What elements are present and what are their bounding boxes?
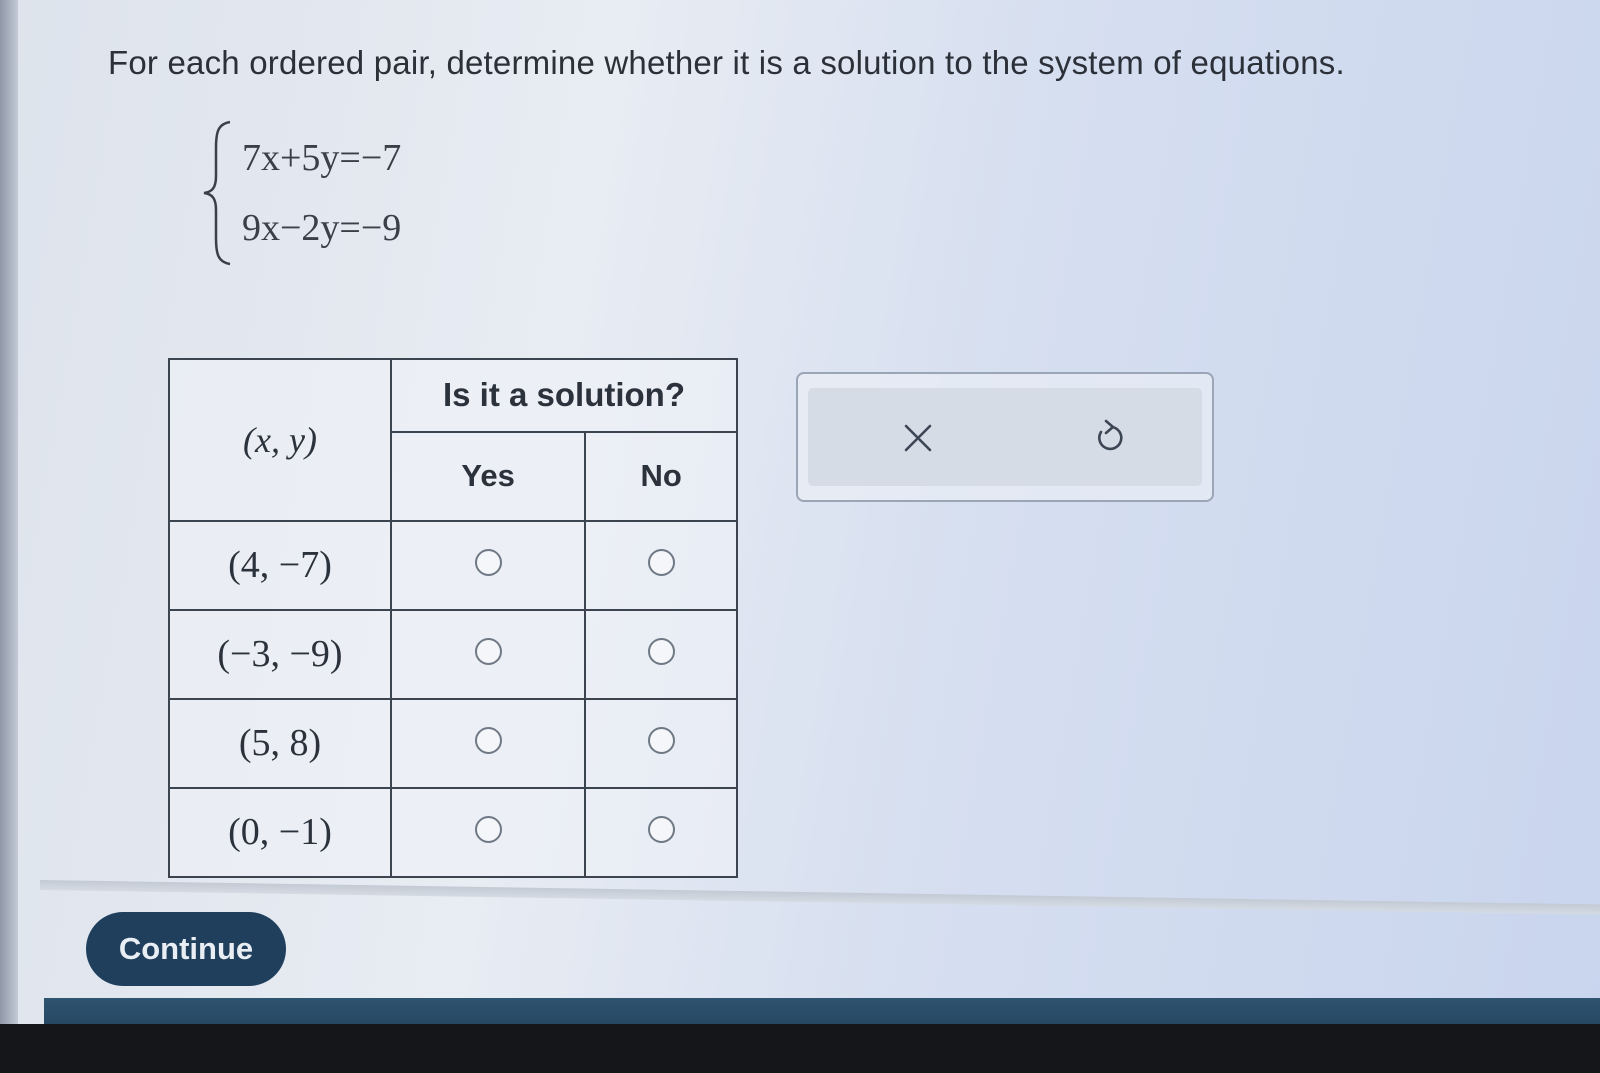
tools-bar <box>808 388 1202 486</box>
no-cell <box>584 697 738 789</box>
table-row: (−3, −9) <box>168 608 738 700</box>
answer-tools-panel <box>796 372 1214 502</box>
ordered-pair: (−3, −9) <box>168 608 392 700</box>
ordered-pair: (0, −1) <box>168 786 392 879</box>
yes-radio[interactable] <box>474 549 502 577</box>
yes-radio[interactable] <box>474 816 502 844</box>
no-cell <box>584 786 738 879</box>
table-row: (5, 8) <box>168 697 738 789</box>
equation-2: 9x−2y=−9 <box>242 207 402 249</box>
solution-column-header: Is it a solution? <box>390 358 738 433</box>
section-divider <box>39 880 1600 915</box>
yes-cell <box>389 519 587 611</box>
yes-cell <box>389 697 587 789</box>
no-radio[interactable] <box>647 549 675 577</box>
left-brace-icon <box>203 120 231 266</box>
undo-icon <box>1098 419 1123 451</box>
no-radio[interactable] <box>647 816 675 844</box>
yes-cell <box>389 786 587 879</box>
no-radio[interactable] <box>647 638 675 666</box>
yes-radio[interactable] <box>474 727 502 755</box>
screen-bottom-edge <box>0 1024 1600 1073</box>
undo-button[interactable] <box>1080 408 1140 468</box>
table-row: (0, −1) <box>168 786 738 879</box>
no-cell <box>584 519 738 611</box>
yes-column-header: Yes <box>389 430 587 522</box>
equation-system: 7x+5y=−7 9x−2y=−9 <box>200 118 500 268</box>
ordered-pair: (5, 8) <box>168 697 392 789</box>
ordered-pair: (4, −7) <box>168 519 392 611</box>
continue-button[interactable]: Continue <box>86 912 286 986</box>
equation-1: 7x+5y=−7 <box>242 137 402 179</box>
solution-table: (x, y) Is it a solution? Yes No (4, −7) … <box>168 358 738 879</box>
pair-column-header: (x, y) <box>168 358 392 522</box>
yes-radio[interactable] <box>474 638 502 666</box>
no-column-header: No <box>584 430 738 522</box>
no-radio[interactable] <box>647 727 675 755</box>
question-prompt: For each ordered pair, determine whether… <box>108 44 1345 81</box>
close-icon <box>904 424 932 452</box>
clear-button[interactable] <box>888 408 948 468</box>
no-cell <box>584 608 738 700</box>
yes-cell <box>389 608 587 700</box>
screen-bezel <box>0 0 18 1073</box>
table-row: (4, −7) <box>168 519 738 611</box>
